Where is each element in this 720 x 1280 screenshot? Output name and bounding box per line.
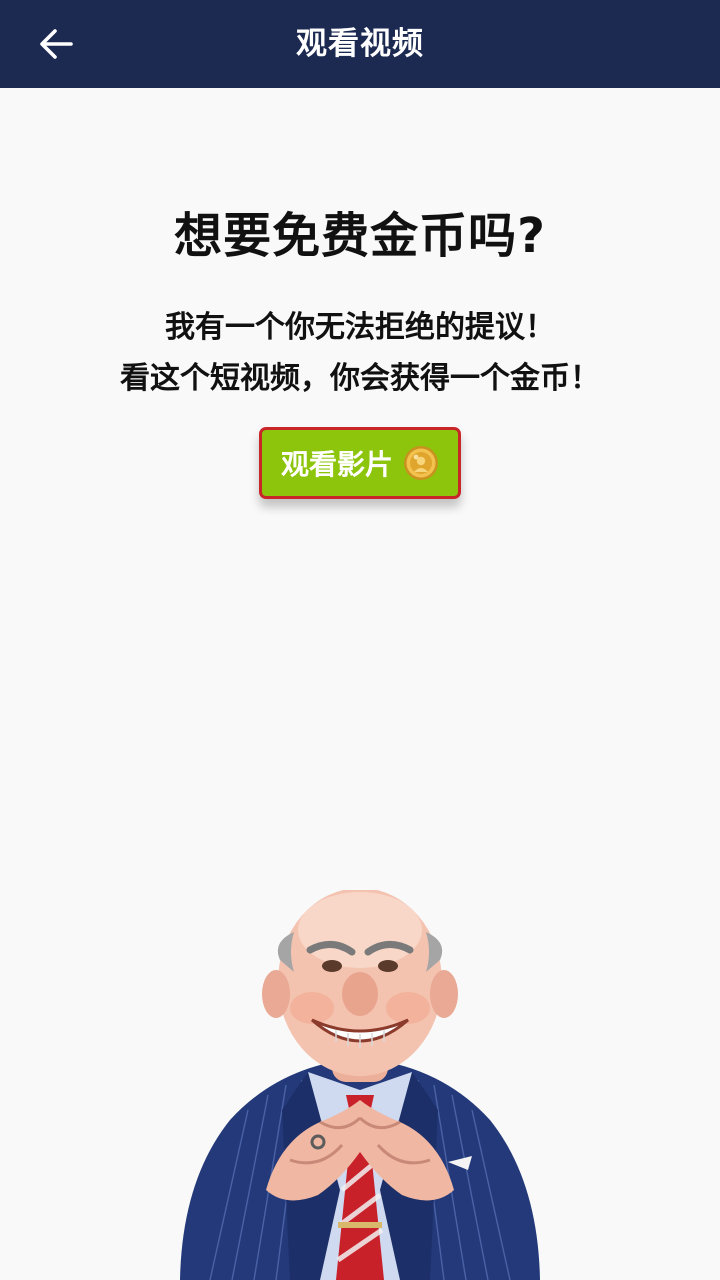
headline: 想要免费金币吗? — [174, 208, 546, 264]
page-title: 观看视频 — [296, 26, 424, 62]
businessman-mascot-illustration — [180, 890, 540, 1280]
watch-video-button[interactable]: 观看影片 — [259, 427, 461, 499]
coin-icon — [404, 446, 438, 480]
offer-text-line-1: 我有一个你无法拒绝的提议！ — [165, 310, 555, 345]
offer-text-line-2: 看这个短视频，你会获得一个金币！ — [120, 361, 600, 396]
watch-video-label: 观看影片 — [280, 448, 393, 481]
app-bar: 观看视频 — [0, 0, 720, 88]
